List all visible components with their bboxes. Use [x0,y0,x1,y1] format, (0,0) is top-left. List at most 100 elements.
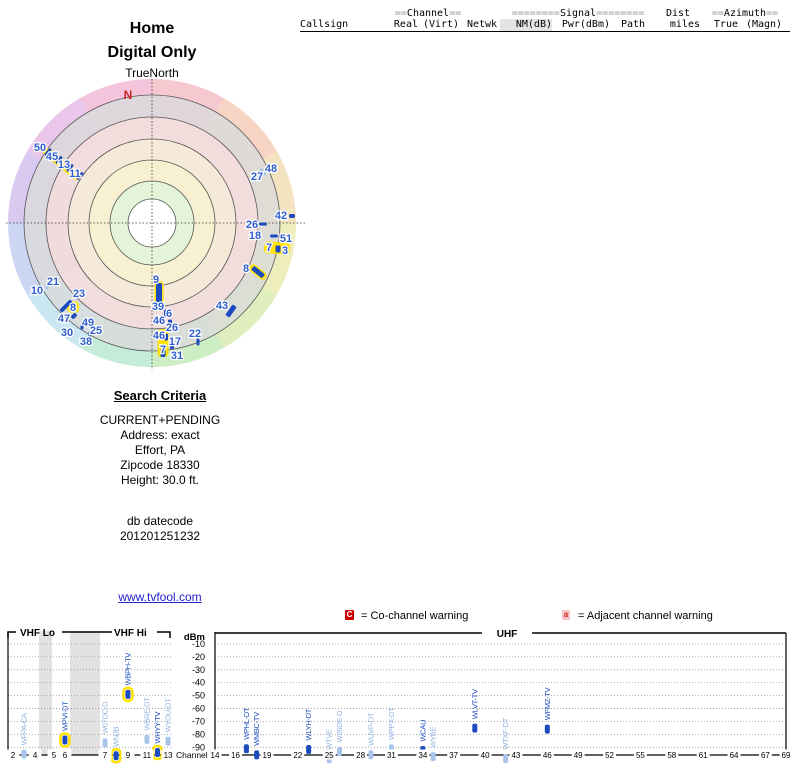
station-marker [155,748,160,757]
criteria-line: CURRENT+PENDING [40,413,280,428]
radar-channel-label: 46 [153,315,165,327]
adjacent-badge: a [562,610,570,620]
station-marker [144,735,149,744]
station-label: WPPX-DT [387,707,396,740]
radar-chart: N504513112748422618517384321102384749302… [0,75,320,390]
radar-channel-label: 48 [265,163,277,175]
dbm-tick-label: -10 [192,639,205,649]
station-label: WFPA-CA [20,713,29,745]
station-marker [270,235,278,238]
radar-channel-label: 3 [282,245,288,257]
radar-channel-label: 42 [275,210,287,222]
uhf-spectrum-chart: UHFWPHL-DTWMBC-TVWLYH-DTWTVEW26DE-DWUVP-… [210,628,800,768]
criteria-line: Zipcode 18330 [40,458,280,473]
channel-tick-label: 67 [761,751,770,760]
channel-tick-label: 31 [387,751,396,760]
station-label: W07DC-D [101,701,110,734]
station-marker [259,223,267,226]
dist-group-header: Dist [656,8,700,19]
channel-group-header: ==Channel== [392,8,464,19]
channel-tick-label: 55 [636,751,645,760]
station-label: WLYH-DT [304,708,313,740]
north-n-label: N [124,88,133,102]
channel-tick-label: 4 [33,751,38,760]
station-label: W26DE-D [335,710,344,743]
station-marker [125,690,130,699]
col-miles: miles [656,19,700,31]
channel-tick-label: 9 [126,751,131,760]
azimuth-group-header: ==Azimuth== [700,8,790,19]
radar-channel-label: 10 [31,285,43,297]
station-marker [306,745,311,754]
radar-channel-label: 50 [34,142,46,154]
station-marker [244,744,249,753]
radar-channel-label: 26 [166,322,178,334]
station-marker [276,246,281,253]
radar-channel-label: 27 [251,171,263,183]
radar-channel-label: 38 [80,336,92,348]
dbm-tick-label: -80 [192,729,205,739]
station-marker [22,750,27,759]
radar-channel-label: 11 [69,168,81,180]
radar-channel-label: 51 [280,233,292,245]
channel-tick-label: 2 [11,751,16,760]
channel-tick-label: 22 [293,751,302,760]
station-label: WLVT-TV [470,689,479,719]
dbm-tick-label: -70 [192,716,205,726]
radar-title: Home [0,20,304,38]
channel-tick-label: 58 [667,751,676,760]
station-marker [289,214,295,218]
station-marker [368,750,373,759]
station-label: WMBC-TV [252,712,261,746]
radar-channel-label: 23 [73,288,85,300]
radar-channel-label: 8 [243,263,249,275]
db-datecode: db datecode201201251232 [40,514,280,544]
station-label: WTXF-DT [501,717,510,749]
dbm-tick-label: -50 [192,691,205,701]
station-label: WFMZ-TV [543,687,552,720]
dbm-tick-label: -30 [192,665,205,675]
criteria-line: Height: 30.0 ft. [40,473,280,488]
search-criteria: Search Criteria CURRENT+PENDINGAddress: … [40,388,280,544]
signal-table-grid: ==Channel== ========Signal======== Dist … [300,8,790,32]
channel-tick-label: 61 [699,751,708,760]
signal-table: ==Channel== ========Signal======== Dist … [300,8,790,32]
station-label: WUVP-DT [366,712,375,746]
tvfool-link[interactable]: www.tvfool.com [118,590,201,604]
station-marker [166,737,171,746]
radar-channel-label: 31 [171,350,183,362]
channel-tick-label: 43 [511,751,520,760]
channel-tick-label: 34 [418,751,427,760]
channel-tick-label: 13 [164,751,173,760]
channel-tick-label: 40 [481,751,490,760]
station-marker [114,751,119,760]
channel-tick-label: 46 [543,751,552,760]
criteria-line: Effort, PA [40,443,280,458]
station-marker [472,724,477,733]
signal-group-header: ========Signal======== [500,8,656,19]
station-label: WBRE-DT [142,697,151,731]
warning-legend: C = Co-channel warning a = Adjacent chan… [330,610,792,625]
radar-channel-label: 43 [216,300,228,312]
radar-channel-label: 17 [169,336,181,348]
radar-channel-label: 9 [153,274,159,286]
criteria-line: Address: exact [40,428,280,443]
station-label: WHYY-TV [153,711,162,743]
db-line: 201201251232 [40,529,280,544]
radar-channel-label: 21 [47,276,59,288]
station-label: WBPH-TV [123,653,132,686]
vhf-lo-label: VHF Lo [20,628,55,639]
station-label: WYOU-DT [164,698,173,732]
dbm-tick-label: -60 [192,704,205,714]
radar-channel-label: 47 [58,313,70,325]
radar-channel-label: 30 [61,327,73,339]
station-marker [103,738,108,747]
station-marker [503,754,508,763]
adjacent-text: = Adjacent channel warning [578,610,713,622]
channel-tick-label: 64 [730,751,739,760]
station-label: WPHL-DT [242,707,251,740]
station-marker [431,752,436,761]
channel-tick-label: 37 [449,751,458,760]
col-pwr: Pwr(dBm) [552,19,610,31]
col-real: Real [392,19,418,31]
